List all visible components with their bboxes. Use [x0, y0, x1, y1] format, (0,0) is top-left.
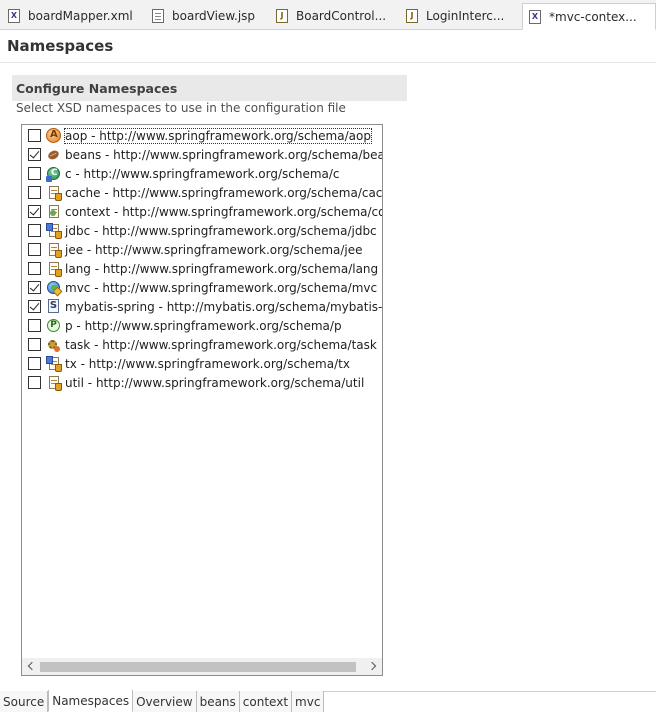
tab-context[interactable]: context — [239, 691, 293, 712]
header-divider — [0, 62, 656, 63]
editor-page-tabs: Source Namespaces Overview beans context… — [0, 690, 325, 713]
tab-mvc-context-xml[interactable]: X *mvc-contex... — [522, 3, 656, 30]
namespace-checkbox[interactable] — [28, 205, 41, 218]
namespace-label: util - http://www.springframework.org/sc… — [65, 375, 365, 390]
mybatis-icon: S — [48, 298, 59, 313]
namespace-label: p - http://www.springframework.org/schem… — [65, 318, 342, 333]
namespace-checkbox[interactable] — [28, 186, 41, 199]
namespace-row-cache[interactable]: cache - http://www.springframework.org/s… — [28, 183, 383, 202]
page-title: Namespaces — [7, 37, 114, 55]
namespace-checkbox[interactable] — [28, 148, 41, 161]
lang-icon — [46, 261, 62, 277]
xml-file-icon: X — [8, 9, 20, 23]
namespace-row-context[interactable]: context - http://www.springframework.org… — [28, 202, 383, 221]
namespace-checkbox[interactable] — [28, 281, 41, 294]
task-icon — [46, 337, 62, 353]
namespace-row-lang[interactable]: lang - http://www.springframework.org/sc… — [28, 259, 378, 278]
scroll-left-arrow-icon[interactable] — [22, 658, 39, 675]
namespace-row-jee[interactable]: jee - http://www.springframework.org/sch… — [28, 240, 363, 259]
namespace-checkbox[interactable] — [28, 338, 41, 351]
tab-mvc[interactable]: mvc — [292, 691, 325, 712]
jdbc-icon — [46, 222, 62, 239]
namespace-checkbox[interactable] — [28, 243, 41, 256]
jsp-file-icon — [152, 9, 164, 23]
p-namespace-icon: P — [46, 318, 62, 334]
namespace-checkbox[interactable] — [28, 262, 41, 275]
namespace-row-beans[interactable]: beans - http://www.springframework.org/s… — [28, 145, 383, 164]
xml-file-icon: X — [529, 9, 541, 24]
scroll-right-arrow-icon[interactable] — [365, 658, 382, 675]
tab-label: boardMapper.xml — [28, 9, 133, 23]
namespace-checkbox[interactable] — [28, 167, 41, 180]
namespace-checkbox[interactable] — [28, 357, 41, 370]
namespace-label: cache - http://www.springframework.org/s… — [65, 185, 383, 200]
tab-namespaces[interactable]: Namespaces — [48, 690, 134, 712]
tab-boardcontroller-java[interactable]: J BoardControl... — [270, 4, 394, 28]
util-icon — [46, 375, 62, 391]
jee-icon — [46, 242, 62, 258]
namespace-label: task - http://www.springframework.org/sc… — [65, 337, 377, 352]
namespace-checkbox[interactable] — [28, 376, 41, 389]
tab-label: LoginInterc... — [426, 9, 505, 23]
namespace-label: beans - http://www.springframework.org/s… — [65, 147, 383, 162]
horizontal-scrollbar[interactable] — [22, 658, 382, 675]
bean-icon — [46, 147, 62, 163]
namespace-row-aop[interactable]: aop - http://www.springframework.org/sch… — [28, 126, 372, 145]
context-icon — [46, 204, 62, 220]
scrollbar-thumb[interactable] — [40, 662, 356, 672]
tab-overview[interactable]: Overview — [133, 691, 197, 712]
tab-boardmapper-xml[interactable]: X boardMapper.xml — [2, 4, 142, 28]
tab-logininterceptor-java[interactable]: J LoginInterc... — [400, 4, 518, 28]
java-file-icon: J — [276, 9, 288, 23]
namespace-checkbox[interactable] — [28, 300, 41, 313]
namespace-label: jdbc - http://www.springframework.org/sc… — [65, 223, 377, 238]
namespace-row-c[interactable]: c - http://www.springframework.org/schem… — [28, 164, 340, 183]
namespace-row-task[interactable]: task - http://www.springframework.org/sc… — [28, 335, 377, 354]
namespace-row-util[interactable]: util - http://www.springframework.org/sc… — [28, 373, 364, 392]
namespace-checkbox[interactable] — [28, 224, 41, 237]
namespace-row-p[interactable]: P p - http://www.springframework.org/sch… — [28, 316, 342, 335]
namespace-row-jdbc[interactable]: jdbc - http://www.springframework.org/sc… — [28, 221, 377, 240]
namespace-label: mvc - http://www.springframework.org/sch… — [65, 280, 378, 295]
tab-boardview-jsp[interactable]: boardView.jsp — [146, 4, 264, 28]
namespace-list[interactable]: aop - http://www.springframework.org/sch… — [21, 124, 383, 676]
tab-label: *mvc-contex... — [549, 9, 637, 24]
namespace-row-mvc[interactable]: mvc - http://www.springframework.org/sch… — [28, 278, 377, 297]
mvc-icon — [46, 280, 63, 296]
namespace-row-mybatis-spring[interactable]: S mybatis-spring - http://mybatis.org/sc… — [28, 297, 383, 316]
cache-icon — [46, 185, 62, 201]
c-namespace-icon — [46, 166, 62, 182]
namespace-label: aop - http://www.springframework.org/sch… — [64, 127, 372, 144]
namespace-label: context - http://www.springframework.org… — [65, 204, 383, 219]
section-title: Configure Namespaces — [16, 80, 178, 96]
namespace-label: mybatis-spring - http://mybatis.org/sche… — [65, 299, 383, 314]
namespace-checkbox[interactable] — [28, 319, 41, 332]
tx-icon — [46, 355, 62, 372]
namespace-label: tx - http://www.springframework.org/sche… — [65, 356, 350, 371]
aop-icon — [46, 127, 62, 144]
tab-beans[interactable]: beans — [196, 691, 240, 712]
namespace-label: jee - http://www.springframework.org/sch… — [65, 242, 363, 257]
tab-source[interactable]: Source — [0, 691, 49, 712]
section-description: Select XSD namespaces to use in the conf… — [16, 101, 346, 115]
namespace-row-tx[interactable]: tx - http://www.springframework.org/sche… — [28, 354, 350, 373]
editor-tab-bar: X boardMapper.xml boardView.jsp J BoardC… — [0, 0, 656, 30]
namespace-label: c - http://www.springframework.org/schem… — [65, 166, 340, 181]
java-file-icon: J — [406, 9, 418, 23]
namespace-checkbox[interactable] — [28, 129, 41, 142]
namespace-label: lang - http://www.springframework.org/sc… — [65, 261, 379, 276]
tab-label: BoardControl... — [296, 9, 387, 23]
section-header: Configure Namespaces — [12, 75, 407, 101]
tab-label: boardView.jsp — [172, 9, 256, 23]
